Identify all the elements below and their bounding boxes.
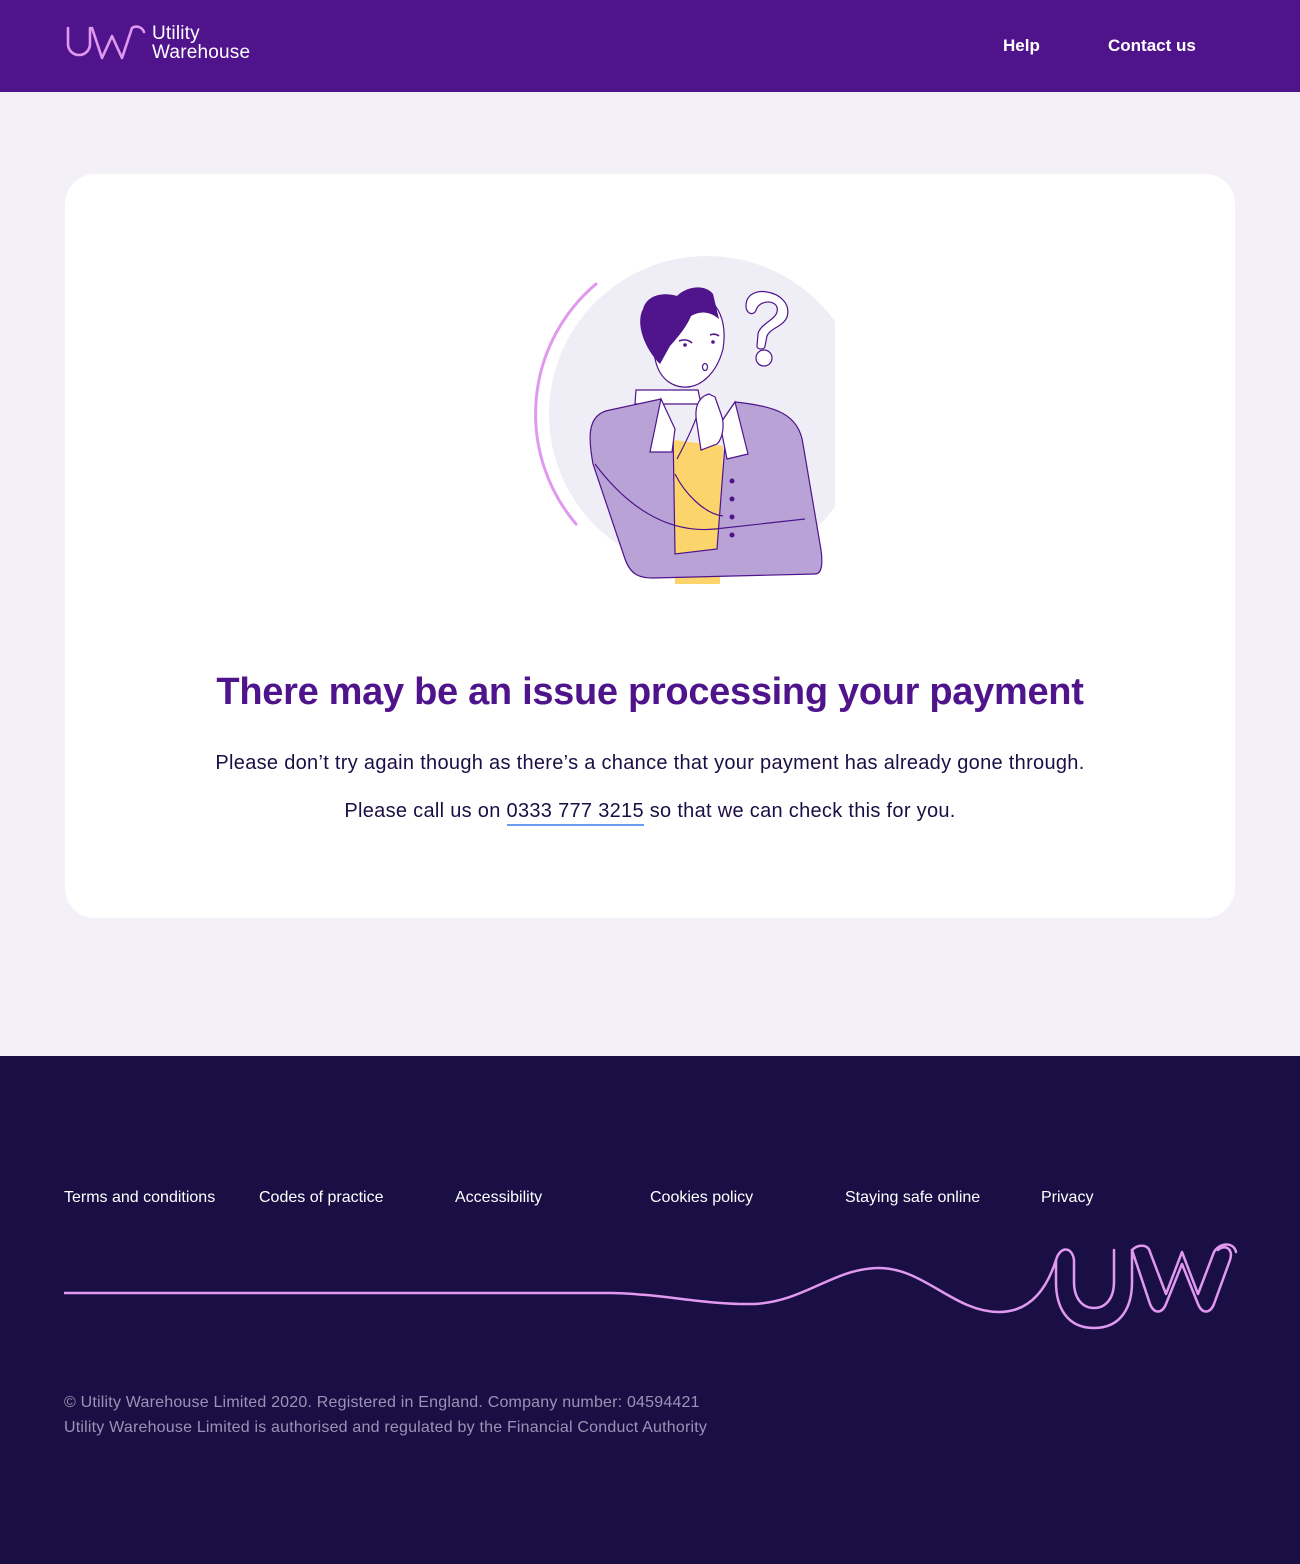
site-header: Utility Warehouse Help Contact us bbox=[0, 0, 1300, 92]
footer-nav: Terms and conditions Codes of practice A… bbox=[64, 1189, 1236, 1213]
footer-link-terms[interactable]: Terms and conditions bbox=[64, 1189, 215, 1207]
legal-line-2: Utility Warehouse Limited is authorised … bbox=[64, 1419, 708, 1436]
call-instruction: Please call us on 0333 777 3215 so that … bbox=[65, 800, 1235, 826]
footer-link-privacy[interactable]: Privacy bbox=[1041, 1189, 1093, 1207]
footer-link-staying-safe[interactable]: Staying safe online bbox=[845, 1189, 980, 1207]
site-footer: Terms and conditions Codes of practice A… bbox=[0, 1056, 1300, 1564]
call-prefix: Please call us on bbox=[344, 800, 501, 822]
nav-contact-link[interactable]: Contact us bbox=[1108, 36, 1196, 56]
footer-link-accessibility[interactable]: Accessibility bbox=[455, 1189, 542, 1207]
thinking-person-illustration bbox=[534, 256, 835, 584]
legal-notice: © Utility Warehouse Limited 2020. Regist… bbox=[64, 1390, 707, 1440]
payment-message: Please don’t try again though as there’s… bbox=[215, 752, 1085, 774]
logo-wordmark: Utility Warehouse bbox=[152, 24, 250, 62]
legal-line-1: © Utility Warehouse Limited 2020. Regist… bbox=[64, 1394, 700, 1411]
page-title: There may be an issue processing your pa… bbox=[216, 671, 1084, 713]
utility-warehouse-logo[interactable]: Utility Warehouse bbox=[64, 24, 274, 64]
footer-link-cookies[interactable]: Cookies policy bbox=[650, 1189, 753, 1207]
footer-link-codes-of-practice[interactable]: Codes of practice bbox=[259, 1189, 384, 1207]
phone-number-link[interactable]: 0333 777 3215 bbox=[506, 800, 644, 826]
logo-line-1: Utility bbox=[152, 23, 200, 44]
uw-logo-icon bbox=[66, 25, 146, 60]
call-suffix: so that we can check this for you. bbox=[649, 800, 956, 822]
logo-line-2: Warehouse bbox=[152, 42, 251, 63]
payment-issue-card: There may be an issue processing your pa… bbox=[65, 174, 1235, 918]
uw-wave-logo-icon bbox=[64, 1243, 1238, 1330]
nav-help-link[interactable]: Help bbox=[1003, 36, 1040, 56]
